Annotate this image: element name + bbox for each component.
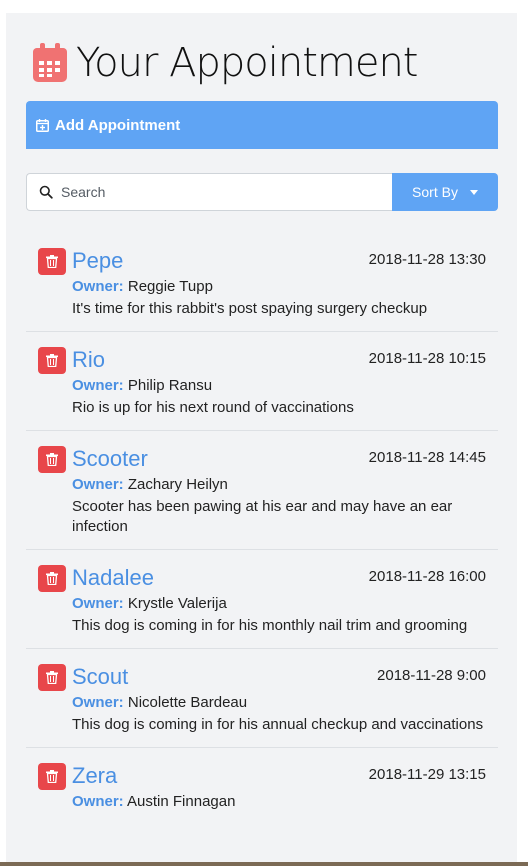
appointment-date: 2018-11-28 14:45 — [368, 449, 486, 466]
add-appointment-label: Add Appointment — [55, 116, 181, 134]
owner-label: Owner: — [72, 278, 124, 295]
sort-by-label: Sort By — [412, 184, 458, 200]
appointment-notes: Rio is up for his next round of vaccinat… — [72, 399, 354, 416]
owner-label: Owner: — [72, 377, 124, 394]
delete-button[interactable] — [38, 446, 66, 473]
appointment-date: 2018-11-28 10:15 — [368, 350, 486, 367]
owner-label: Owner: — [72, 595, 124, 612]
owner-line: Owner: Philip Ransu — [72, 376, 486, 396]
owner-name: Austin Finnagan — [127, 793, 236, 810]
owner-line: Owner: Krystle Valerija — [72, 594, 486, 614]
appointment-notes: This dog is coming in for his annual che… — [72, 716, 484, 733]
owner-label: Owner: — [72, 476, 124, 493]
owner-name: Zachary Heilyn — [127, 476, 228, 493]
appointment-date: 2018-11-28 13:30 — [368, 251, 486, 268]
page-title: Your Appointment — [76, 40, 418, 86]
appointment-notes: Scooter has been pawing at his ear and m… — [72, 498, 453, 535]
calendar-icon — [33, 43, 67, 82]
add-appointment-button[interactable]: Add Appointment — [26, 101, 498, 149]
appointment-date: 2018-11-28 9:00 — [377, 667, 486, 684]
appointment-item: 2018-11-28 13:30 Pepe Owner: Reggie Tupp… — [26, 233, 498, 332]
appointment-item: 2018-11-28 16:00 Nadalee Owner: Krystle … — [26, 550, 498, 649]
trash-icon — [46, 354, 58, 367]
owner-label: Owner: — [72, 793, 124, 810]
search-field[interactable] — [26, 173, 392, 211]
trash-icon — [46, 453, 58, 466]
search-bar: Sort By — [26, 173, 498, 211]
sort-by-dropdown[interactable]: Sort By — [392, 173, 498, 211]
appointment-date: 2018-11-28 16:00 — [368, 568, 486, 585]
appointment-item: 2018-11-28 10:15 Rio Owner: Philip Ransu… — [26, 332, 498, 431]
delete-button[interactable] — [38, 248, 66, 275]
delete-button[interactable] — [38, 565, 66, 592]
page-header: Your Appointment — [32, 35, 418, 91]
bottom-divider — [0, 862, 528, 866]
trash-icon — [46, 572, 58, 585]
trash-icon — [46, 671, 58, 684]
delete-button[interactable] — [38, 347, 66, 374]
caret-down-icon — [469, 189, 478, 195]
owner-line: Owner: Austin Finnagan — [72, 792, 486, 812]
owner-line: Owner: Nicolette Bardeau — [72, 693, 486, 713]
owner-name: Reggie Tupp — [127, 278, 213, 295]
search-input[interactable] — [59, 183, 383, 201]
appointment-notes: It's time for this rabbit's post spaying… — [72, 300, 428, 317]
delete-button[interactable] — [38, 664, 66, 691]
delete-button[interactable] — [38, 763, 66, 790]
appointment-date: 2018-11-29 13:15 — [368, 766, 486, 783]
appointment-list: 2018-11-28 13:30 Pepe Owner: Reggie Tupp… — [26, 233, 498, 826]
calendar-plus-icon — [36, 118, 49, 132]
owner-name: Krystle Valerija — [127, 595, 227, 612]
appointment-item: 2018-11-28 9:00 Scout Owner: Nicolette B… — [26, 649, 498, 748]
app-container: Your Appointment Add Appointment Sort By — [6, 13, 517, 866]
owner-label: Owner: — [72, 694, 124, 711]
trash-icon — [46, 255, 58, 268]
search-icon — [39, 185, 53, 199]
appointment-notes: This dog is coming in for his monthly na… — [72, 617, 468, 634]
appointment-item: 2018-11-29 13:15 Zera Owner: Austin Finn… — [26, 748, 498, 826]
owner-line: Owner: Zachary Heilyn — [72, 475, 486, 495]
appointment-item: 2018-11-28 14:45 Scooter Owner: Zachary … — [26, 431, 498, 550]
owner-line: Owner: Reggie Tupp — [72, 277, 486, 297]
trash-icon — [46, 770, 58, 783]
owner-name: Nicolette Bardeau — [127, 694, 248, 711]
owner-name: Philip Ransu — [127, 377, 213, 394]
